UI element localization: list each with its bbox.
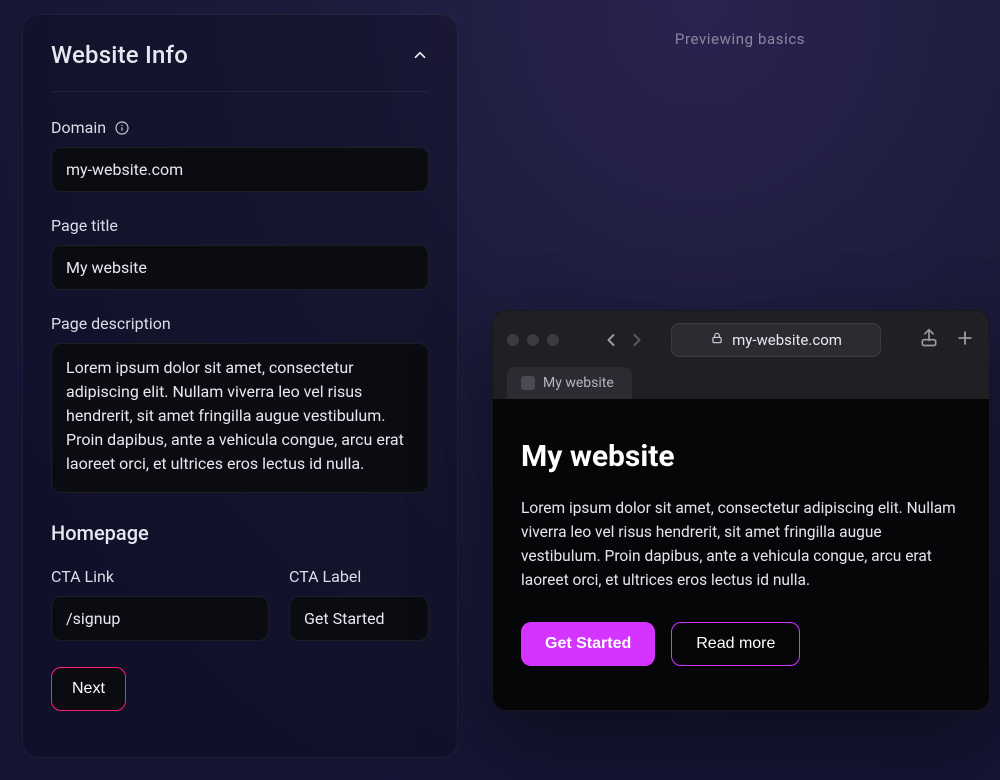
cta-label-input[interactable]: [289, 596, 429, 641]
cta-secondary-button[interactable]: Read more: [671, 622, 800, 666]
page-description-input[interactable]: Lorem ipsum dolor sit amet, consectetur …: [51, 343, 429, 493]
page-title-field: Page title: [51, 216, 429, 290]
traffic-light: [527, 334, 539, 346]
homepage-section-title: Homepage: [51, 521, 429, 545]
next-button[interactable]: Next: [51, 667, 126, 711]
cta-link-input[interactable]: [51, 596, 269, 641]
page-description-label: Page description: [51, 314, 171, 333]
page-title-label: Page title: [51, 216, 118, 235]
preview-label: Previewing basics: [490, 30, 990, 48]
preview-body: Lorem ipsum dolor sit amet, consectetur …: [521, 496, 961, 592]
address-bar-url: my-website.com: [732, 331, 842, 349]
panel-title: Website Info: [51, 41, 188, 69]
browser-tab[interactable]: My website: [507, 367, 632, 399]
share-icon[interactable]: [919, 328, 939, 352]
lock-icon: [710, 331, 724, 349]
traffic-lights: [507, 334, 559, 346]
browser-chrome: my-website.com My website: [493, 311, 989, 399]
plus-icon[interactable]: [955, 328, 975, 352]
domain-input[interactable]: [51, 147, 429, 192]
traffic-light: [547, 334, 559, 346]
nav-forward-icon[interactable]: [627, 330, 647, 350]
cta-label-label: CTA Label: [289, 567, 361, 586]
domain-field: Domain: [51, 118, 429, 192]
browser-tab-title: My website: [543, 375, 614, 391]
cta-label-field: CTA Label: [289, 567, 429, 641]
domain-label: Domain: [51, 118, 106, 137]
cta-primary-button[interactable]: Get Started: [521, 622, 655, 666]
nav-back-icon[interactable]: [601, 330, 621, 350]
traffic-light: [507, 334, 519, 346]
page-description-field: Page description Lorem ipsum dolor sit a…: [51, 314, 429, 497]
website-info-card: Website Info Domain Page title: [22, 14, 458, 758]
page-title-input[interactable]: [51, 245, 429, 290]
preview-page: My website Lorem ipsum dolor sit amet, c…: [493, 399, 989, 710]
preview-heading: My website: [521, 439, 961, 474]
address-bar[interactable]: my-website.com: [671, 323, 881, 357]
cta-link-label: CTA Link: [51, 567, 114, 586]
browser-preview: my-website.com My website: [492, 310, 990, 711]
info-icon[interactable]: [114, 120, 130, 136]
chevron-up-icon[interactable]: [411, 46, 429, 64]
tab-favicon-icon: [521, 376, 535, 390]
cta-link-field: CTA Link: [51, 567, 269, 641]
